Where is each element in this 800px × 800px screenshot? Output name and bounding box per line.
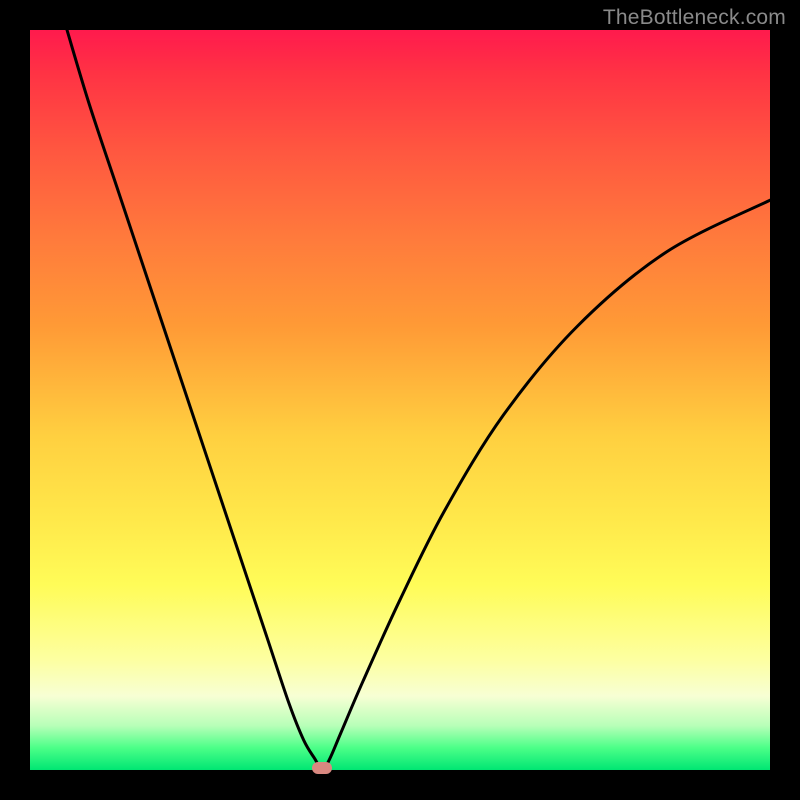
optimum-marker: [312, 762, 332, 774]
bottleneck-curve-svg: [30, 30, 770, 770]
chart-frame: TheBottleneck.com: [0, 0, 800, 800]
watermark-text: TheBottleneck.com: [603, 6, 786, 30]
bottleneck-curve-path: [67, 30, 770, 770]
